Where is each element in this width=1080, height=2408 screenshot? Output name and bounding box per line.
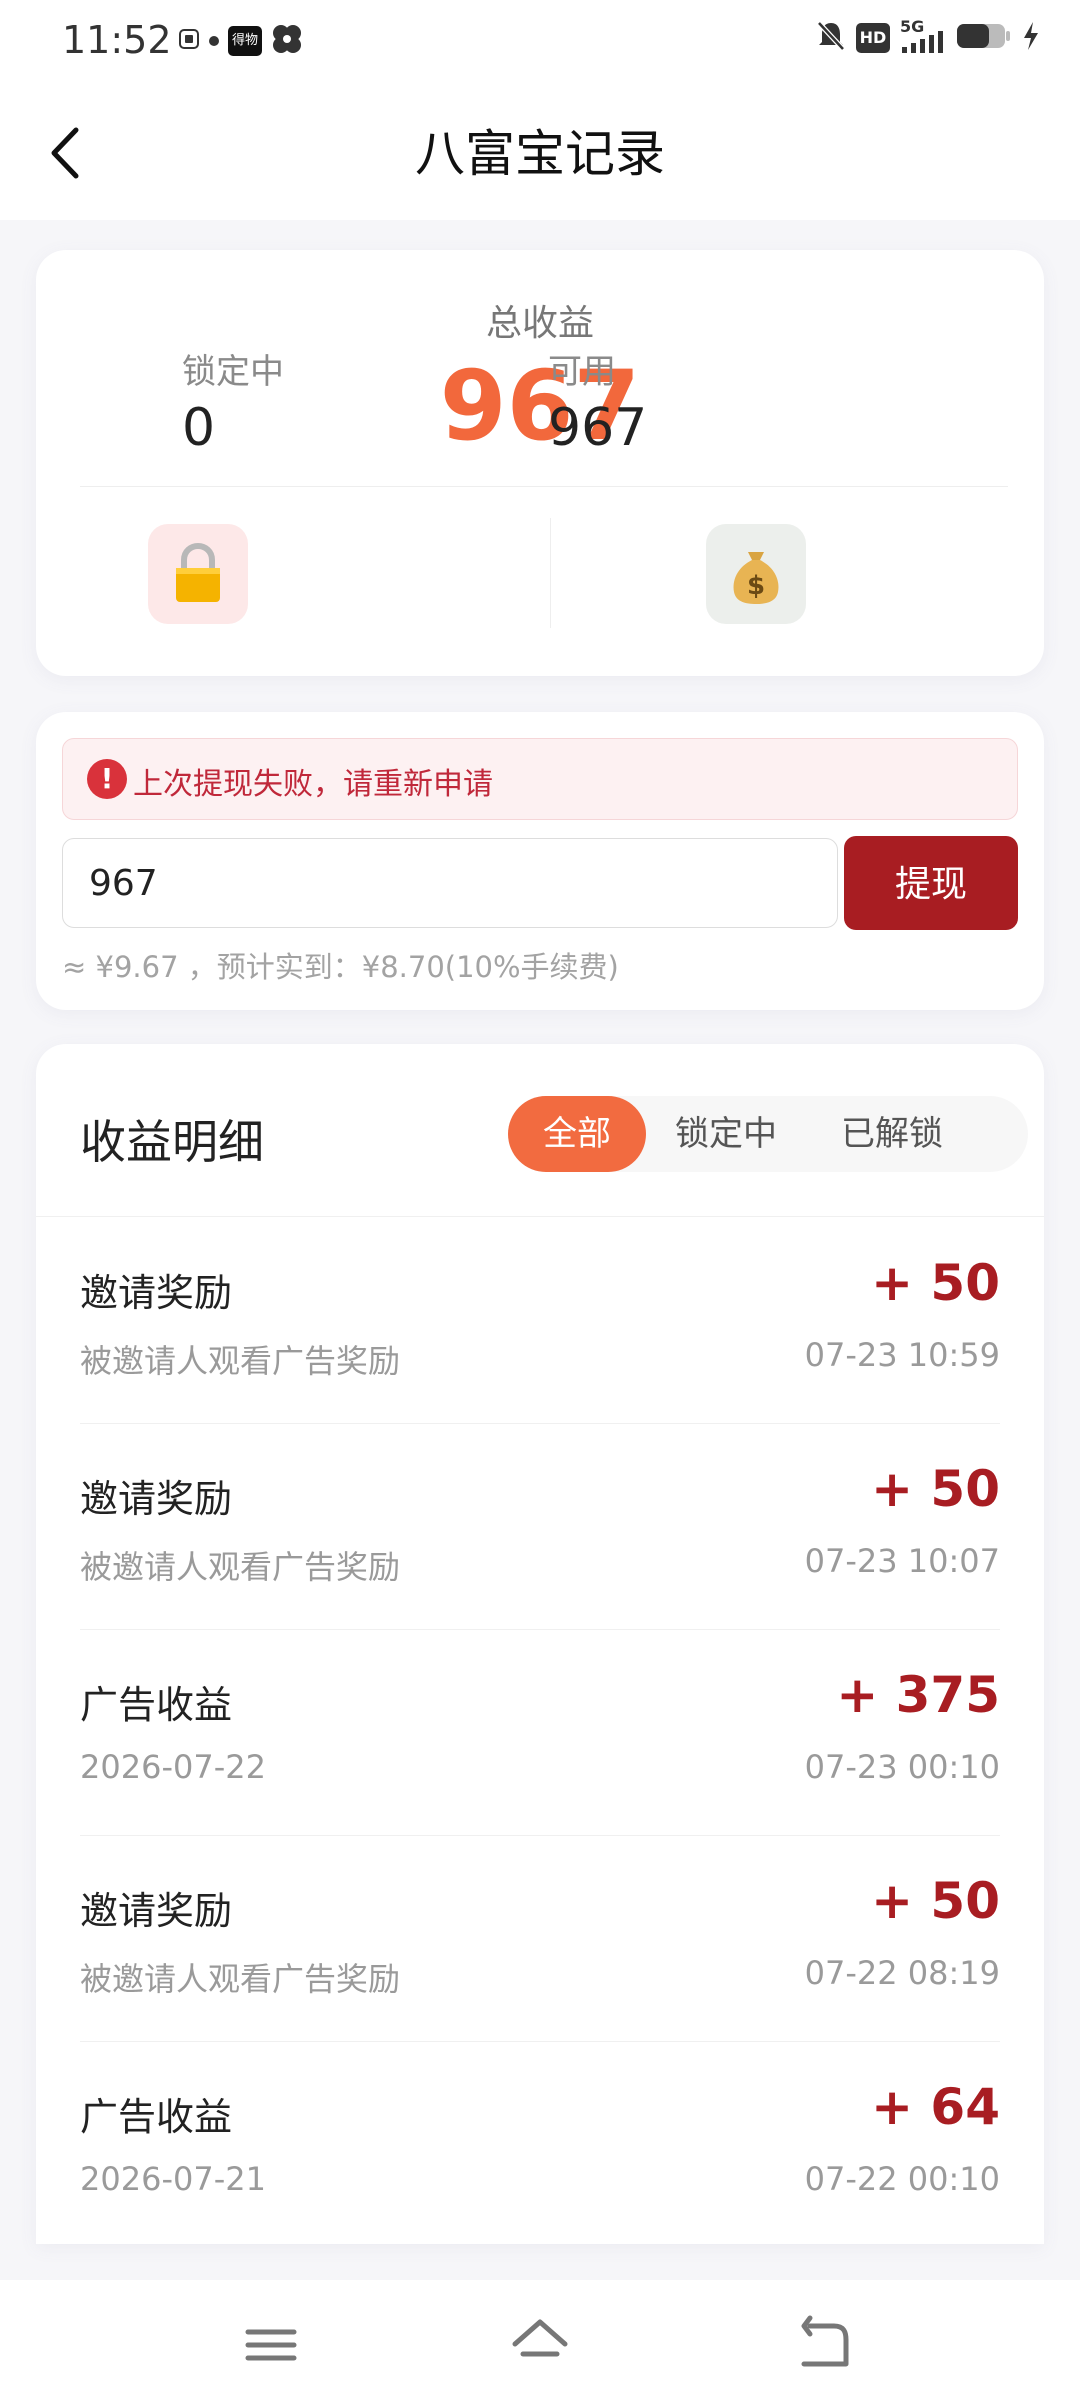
tab-all[interactable]: 全部 bbox=[508, 1096, 646, 1172]
back-nav-icon[interactable] bbox=[790, 2310, 860, 2380]
app-icon: 得物 bbox=[228, 26, 262, 56]
withdraw-card: ! 上次提现失败，请重新申请 提现 ≈ ¥9.67 ，预计实到：¥8.70(10… bbox=[36, 712, 1044, 1010]
item-subtitle: 被邀请人观看广告奖励 bbox=[80, 1342, 401, 1380]
earnings-detail-card: 收益明细 全部 锁定中 已解锁 邀请奖励 被邀请人观看广告奖励 + 50 07-… bbox=[36, 1044, 1044, 2244]
status-left-icons: 得物 bbox=[178, 22, 304, 60]
status-bar: 11:52 得物 HD 5G bbox=[0, 0, 1080, 84]
app-header: 八富宝记录 bbox=[0, 84, 1080, 220]
status-right-icons: HD 5G bbox=[816, 17, 1040, 56]
detail-title: 收益明细 bbox=[80, 1115, 264, 1169]
money-bag-icon: $ bbox=[733, 552, 779, 604]
home-icon[interactable] bbox=[505, 2310, 575, 2380]
item-title: 广告收益 bbox=[80, 2095, 233, 2139]
locked-label: 锁定中 bbox=[182, 352, 284, 392]
withdraw-failed-alert: ! 上次提现失败，请重新申请 bbox=[62, 738, 1018, 820]
locked-value: 0 bbox=[182, 398, 216, 458]
list-item[interactable]: 邀请奖励 被邀请人观看广告奖励 + 50 07-22 08:19 bbox=[80, 1836, 1000, 2042]
item-time: 07-22 08:19 bbox=[804, 1954, 1000, 1992]
withdraw-amount-input[interactable] bbox=[62, 838, 838, 928]
page-title: 八富宝记录 bbox=[415, 125, 665, 183]
item-title: 邀请奖励 bbox=[80, 1477, 233, 1521]
list-item[interactable]: 广告收益 2026-07-21 + 64 07-22 00:10 bbox=[80, 2042, 1000, 2248]
locked-icon-box bbox=[148, 524, 248, 624]
item-time: 07-23 10:59 bbox=[804, 1336, 1000, 1374]
hd-icon: HD bbox=[856, 23, 890, 53]
lock-icon bbox=[176, 542, 220, 602]
list-item[interactable]: 广告收益 2026-07-22 + 375 07-23 00:10 bbox=[80, 1630, 1000, 1836]
item-subtitle: 被邀请人观看广告奖励 bbox=[80, 1960, 401, 1998]
withdraw-button[interactable]: 提现 bbox=[844, 836, 1018, 930]
menu-icon[interactable] bbox=[236, 2310, 306, 2380]
item-subtitle: 2026-07-22 bbox=[80, 1748, 266, 1786]
item-title: 邀请奖励 bbox=[80, 1889, 233, 1933]
available-value: 967 bbox=[548, 398, 648, 458]
tab-locked[interactable]: 锁定中 bbox=[662, 1096, 790, 1172]
hd-label: HD bbox=[859, 28, 887, 47]
item-subtitle: 2026-07-21 bbox=[80, 2160, 266, 2198]
battery-icon bbox=[956, 21, 1012, 55]
withdraw-estimate-hint: ≈ ¥9.67 ，预计实到：¥8.70(10%手续费) bbox=[62, 950, 619, 984]
list-item[interactable]: 邀请奖励 被邀请人观看广告奖励 + 50 07-23 10:59 bbox=[80, 1218, 1000, 1424]
divider bbox=[80, 486, 1008, 487]
notification-icon bbox=[178, 28, 200, 54]
item-subtitle: 被邀请人观看广告奖励 bbox=[80, 1548, 401, 1586]
vertical-divider bbox=[550, 518, 551, 628]
item-amount: + 50 bbox=[871, 1460, 1000, 1518]
fan-icon bbox=[270, 22, 304, 60]
app-chip-label: 得物 bbox=[231, 33, 258, 48]
item-amount: + 50 bbox=[871, 1872, 1000, 1930]
available-icon-box: $ bbox=[706, 524, 806, 624]
system-nav-bar bbox=[0, 2280, 1080, 2408]
signal-icon: 5G bbox=[900, 17, 946, 55]
item-amount: + 50 bbox=[871, 1254, 1000, 1312]
list-item[interactable]: 邀请奖励 被邀请人观看广告奖励 + 50 07-23 10:07 bbox=[80, 1424, 1000, 1630]
exclamation-icon: ! bbox=[87, 759, 127, 799]
summary-card: 总收益 967 锁定中 0 $ 可用 967 bbox=[36, 250, 1044, 676]
dot-icon bbox=[208, 32, 220, 51]
item-time: 07-22 00:10 bbox=[804, 2160, 1000, 2198]
item-time: 07-23 10:07 bbox=[804, 1542, 1000, 1580]
item-time: 07-23 00:10 bbox=[804, 1748, 1000, 1786]
mute-icon bbox=[816, 20, 846, 56]
total-earnings-label: 总收益 bbox=[485, 303, 594, 344]
item-amount: + 64 bbox=[871, 2078, 1000, 2136]
charging-icon bbox=[1022, 21, 1040, 55]
item-title: 广告收益 bbox=[80, 1683, 233, 1727]
tab-unlocked[interactable]: 已解锁 bbox=[828, 1096, 956, 1172]
divider bbox=[36, 1216, 1044, 1217]
status-time: 11:52 bbox=[62, 18, 172, 62]
alert-text: 上次提现失败，请重新申请 bbox=[133, 767, 493, 802]
item-title: 邀请奖励 bbox=[80, 1271, 233, 1315]
available-label: 可用 bbox=[548, 352, 616, 392]
svg-text:$: $ bbox=[747, 571, 765, 601]
item-amount: + 375 bbox=[836, 1666, 1000, 1724]
